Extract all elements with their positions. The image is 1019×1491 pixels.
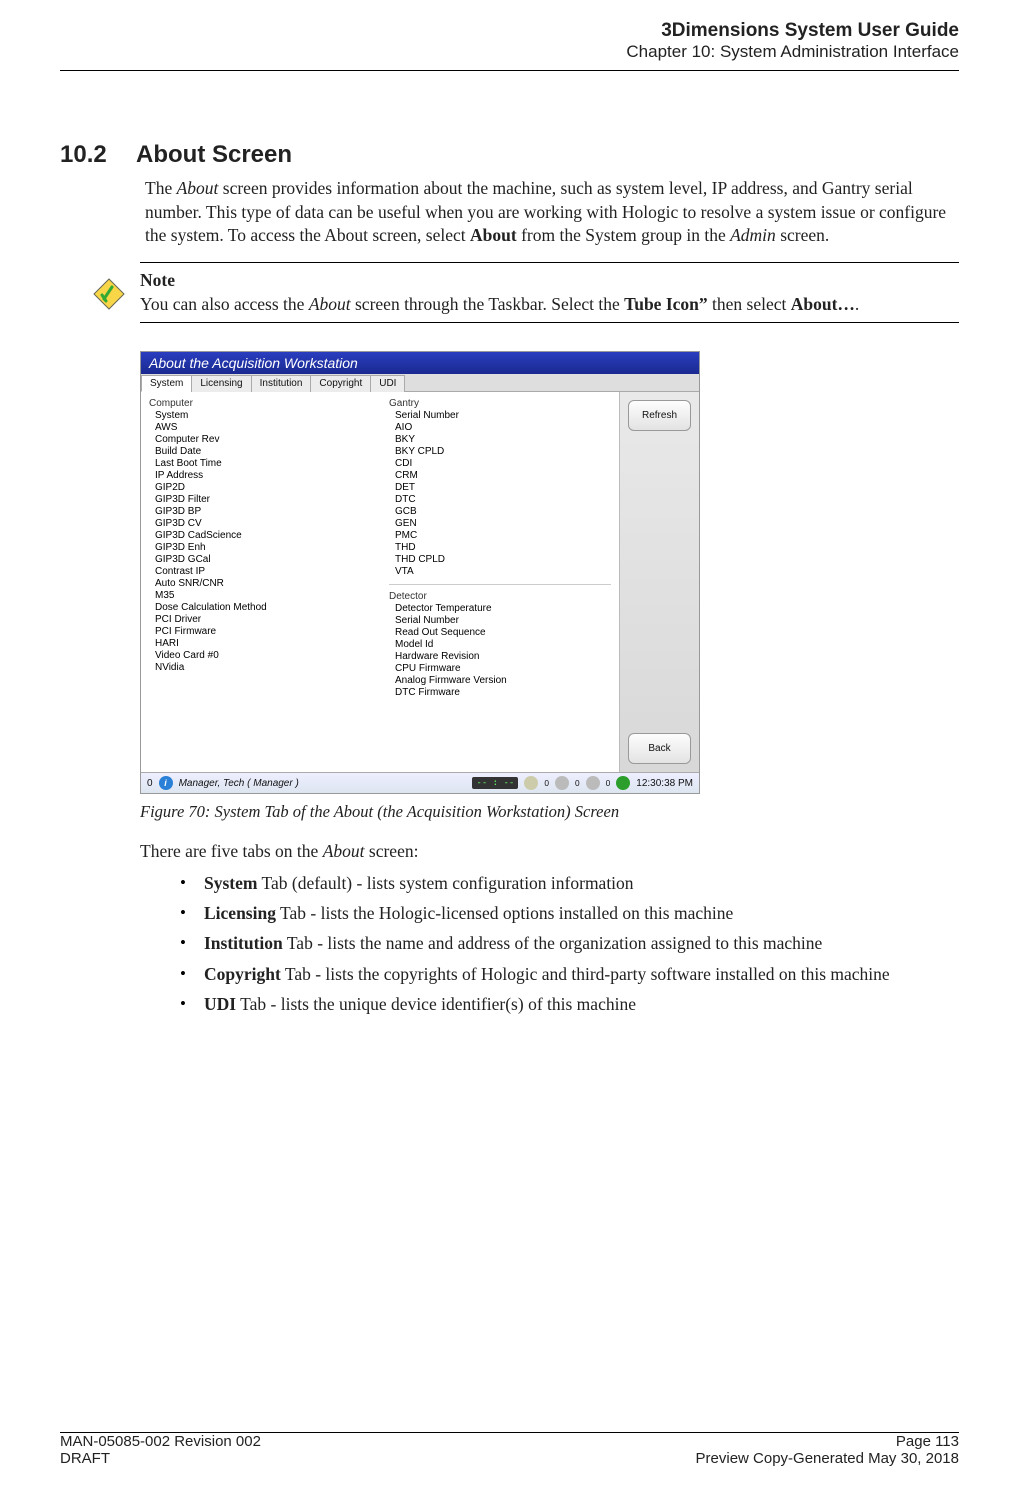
info-row: Contrast IP [149, 566, 371, 578]
info-row: Auto SNR/CNR [149, 578, 371, 590]
back-button[interactable]: Back [628, 733, 691, 764]
figure-caption: Figure 70: System Tab of the About (the … [140, 802, 959, 822]
info-row: DET [389, 482, 611, 494]
info-row: GIP3D Filter [149, 494, 371, 506]
list-item: Institution Tab - lists the name and add… [180, 930, 959, 956]
note-text: Note You can also access the About scree… [140, 269, 859, 316]
footer-draft-label: DRAFT [60, 1450, 110, 1467]
info-row: Dose Calculation Method [149, 602, 371, 614]
info-row: M35 [149, 590, 371, 602]
status-user: Manager, Tech ( Manager ) [179, 778, 299, 789]
info-row: GIP3D BP [149, 506, 371, 518]
footer-doc-id: MAN-05085-002 Revision 002 [60, 1433, 261, 1450]
info-row: Last Boot Time [149, 458, 371, 470]
tab-institution[interactable]: Institution [251, 375, 312, 392]
subtext-intro: There are five tabs on the About screen: [140, 840, 959, 864]
info-row: GEN [389, 518, 611, 530]
info-row: PCI Firmware [149, 626, 371, 638]
status-count-3: 0 [606, 778, 611, 788]
tab-system[interactable]: System [141, 375, 192, 392]
info-row: Serial Number [389, 615, 611, 627]
info-row: GIP3D CV [149, 518, 371, 530]
chapter-title: Chapter 10: System Administration Interf… [60, 42, 959, 62]
info-icon[interactable]: i [159, 776, 173, 790]
info-row: GIP3D CadScience [149, 530, 371, 542]
doc-title: 3Dimensions System User Guide [60, 20, 959, 42]
info-row: Analog Firmware Version [389, 675, 611, 687]
page-header: 3Dimensions System User Guide Chapter 10… [60, 20, 959, 66]
info-row: CPU Firmware [389, 663, 611, 675]
clock-display: -- : -- [472, 777, 518, 789]
tab-udi[interactable]: UDI [370, 375, 405, 392]
computer-column: Computer System AWS Computer Rev Build D… [149, 398, 371, 766]
status-count-2: 0 [575, 778, 580, 788]
info-row: Model Id [389, 639, 611, 651]
status-icon-4[interactable] [616, 776, 630, 790]
note-icon [92, 269, 128, 316]
tab-licensing[interactable]: Licensing [191, 375, 251, 392]
window-titlebar: About the Acquisition Workstation [141, 352, 699, 374]
section-number: 10.2 [60, 141, 132, 169]
status-time: 12:30:38 PM [636, 778, 693, 789]
refresh-button[interactable]: Refresh [628, 400, 691, 431]
gantry-detector-column: Gantry Serial Number AIO BKY BKY CPLD CD… [389, 398, 611, 766]
list-item: UDI Tab - lists the unique device identi… [180, 991, 959, 1017]
list-item: Licensing Tab - lists the Hologic-licens… [180, 900, 959, 926]
info-row: DTC Firmware [389, 687, 611, 699]
list-item: Copyright Tab - lists the copyrights of … [180, 961, 959, 987]
section-heading: 10.2 About Screen [145, 141, 959, 169]
info-row: VTA [389, 566, 611, 578]
info-row: CRM [389, 470, 611, 482]
info-row: PMC [389, 530, 611, 542]
gantry-group-label: Gantry [389, 398, 611, 409]
tabs-description-list: System Tab (default) - lists system conf… [180, 870, 959, 1017]
info-row: PCI Driver [149, 614, 371, 626]
status-bar: 0 i Manager, Tech ( Manager ) -- : -- 0 … [141, 772, 699, 793]
tab-bar: SystemLicensingInstitutionCopyrightUDI [141, 374, 699, 392]
detector-group-label: Detector [389, 591, 611, 602]
info-row: GIP3D GCal [149, 554, 371, 566]
intro-paragraph: The About screen provides information ab… [145, 177, 959, 248]
info-row: CDI [389, 458, 611, 470]
info-row: Serial Number [389, 410, 611, 422]
computer-group-label: Computer [149, 398, 371, 409]
info-row: Video Card #0 [149, 650, 371, 662]
info-row: GIP2D [149, 482, 371, 494]
status-count-1: 0 [544, 778, 549, 788]
header-separator [60, 70, 959, 71]
info-row: THD CPLD [389, 554, 611, 566]
note-separator-top [140, 262, 959, 263]
section-title: About Screen [136, 141, 292, 169]
info-row: AWS [149, 422, 371, 434]
info-row: System [149, 410, 371, 422]
info-row: Computer Rev [149, 434, 371, 446]
note-separator-bottom [140, 322, 959, 323]
info-row: NVidia [149, 662, 371, 674]
info-row: THD [389, 542, 611, 554]
info-row: GCB [389, 506, 611, 518]
info-row: DTC [389, 494, 611, 506]
info-row: IP Address [149, 470, 371, 482]
page-footer: MAN-05085-002 Revision 002 Page 113 DRAF… [60, 1432, 959, 1467]
info-row: GIP3D Enh [149, 542, 371, 554]
status-zero: 0 [147, 778, 153, 789]
info-row: AIO [389, 422, 611, 434]
footer-date: Preview Copy-Generated May 30, 2018 [696, 1450, 959, 1467]
status-icon-2[interactable] [555, 776, 569, 790]
info-row: BKY [389, 434, 611, 446]
info-row: Read Out Sequence [389, 627, 611, 639]
note-header: Note [140, 270, 175, 290]
tab-copyright[interactable]: Copyright [310, 375, 371, 392]
status-icon-3[interactable] [586, 776, 600, 790]
info-row: HARI [149, 638, 371, 650]
status-icon-1[interactable] [524, 776, 538, 790]
about-screen-figure: About the Acquisition Workstation System… [140, 351, 700, 794]
info-row: Build Date [149, 446, 371, 458]
info-row: Hardware Revision [389, 651, 611, 663]
info-row: BKY CPLD [389, 446, 611, 458]
info-row: Detector Temperature [389, 603, 611, 615]
footer-page-number: Page 113 [896, 1433, 959, 1450]
list-item: System Tab (default) - lists system conf… [180, 870, 959, 896]
